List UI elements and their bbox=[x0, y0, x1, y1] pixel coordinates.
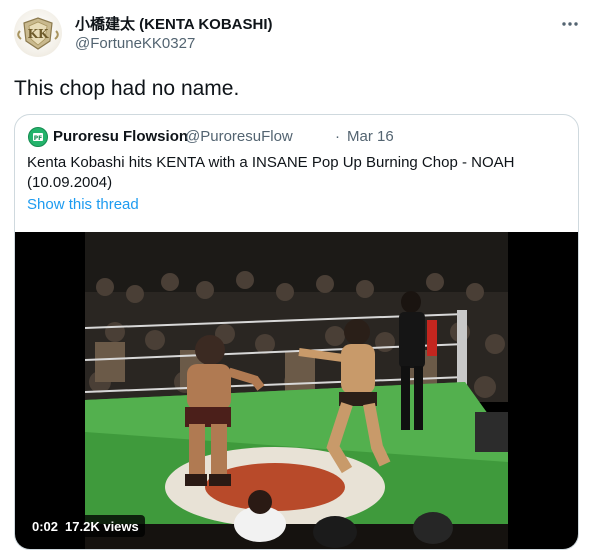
puroresu-flowsion-logo-icon: PF bbox=[33, 133, 43, 142]
svg-text:KK: KK bbox=[28, 27, 49, 41]
author-handle[interactable]: @FortuneKK0327 bbox=[75, 35, 195, 52]
quoted-date: Mar 16 bbox=[347, 128, 394, 145]
more-options-button[interactable] bbox=[556, 14, 584, 34]
author-name[interactable]: 小橋建太 (KENTA KOBASHI) bbox=[75, 13, 273, 34]
quoted-author-handle: @PuroresuFlow bbox=[185, 128, 293, 145]
show-thread-link[interactable]: Show this thread bbox=[27, 196, 139, 213]
video-stats-badge: 0:02 17.2K views bbox=[26, 515, 145, 537]
quoted-author-name: Puroresu Flowsion bbox=[53, 128, 189, 145]
kobashi-logo-icon: KK bbox=[17, 17, 59, 50]
video-player[interactable]: 0:02 17.2K views bbox=[15, 232, 578, 549]
video-time: 0:02 bbox=[32, 518, 59, 534]
separator-dot: · bbox=[335, 128, 340, 145]
video-views: 17.2K views bbox=[65, 518, 139, 534]
author-avatar[interactable]: KK bbox=[14, 9, 62, 57]
svg-text:PF: PF bbox=[34, 135, 43, 142]
quoted-tweet-text: Kenta Kobashi hits KENTA with a INSANE P… bbox=[27, 154, 515, 191]
tweet-header: KK 小橋建太 (KENTA KOBASHI) @FortuneKK0327 bbox=[0, 0, 594, 62]
quoted-author-avatar[interactable]: PF bbox=[28, 127, 48, 147]
tweet-text: This chop had no name. bbox=[14, 77, 240, 100]
quoted-tweet-card[interactable]: PF Puroresu Flowsion @PuroresuFlow · Mar… bbox=[14, 114, 579, 550]
video-thumbnail bbox=[85, 232, 508, 549]
more-options-icon bbox=[562, 22, 578, 26]
